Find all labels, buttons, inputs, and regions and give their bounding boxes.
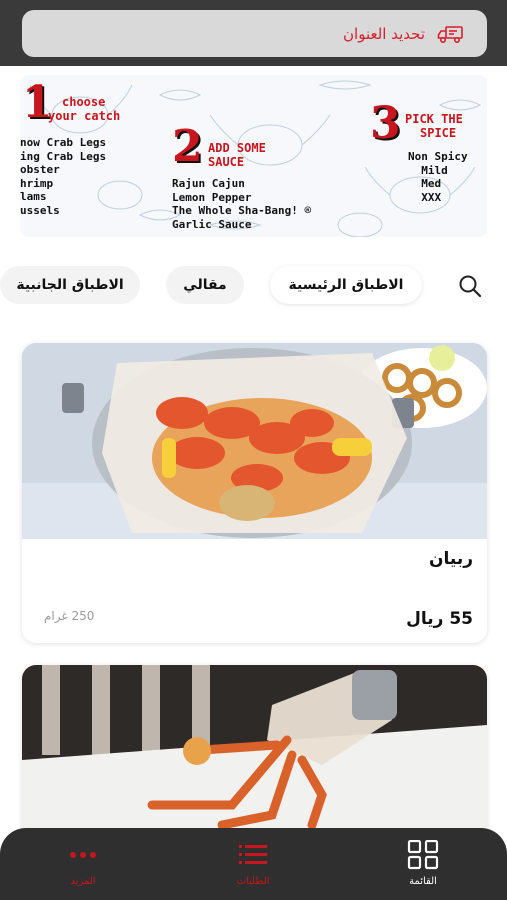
dish-card[interactable]: ربيان 55 ريال 250 غرام: [22, 343, 487, 643]
promo-banner[interactable]: 1 choose your catch now Crab Legs ing Cr…: [20, 75, 487, 237]
nav-orders-label: الطلبات: [236, 876, 270, 887]
step-3-title-line2: SPICE: [420, 126, 457, 140]
more-dots-icon: [70, 852, 96, 858]
bottom-navigation: المزيد الطلبات القائمة: [0, 828, 507, 900]
shrimp-dish-image: [22, 343, 487, 539]
search-icon[interactable]: [456, 272, 484, 300]
step-3-items: Non Spicy Mild Med XXX: [408, 150, 468, 204]
nav-orders[interactable]: الطلبات: [208, 840, 298, 894]
menu-grid-icon: [407, 840, 439, 870]
tab-side-dishes[interactable]: الاطباق الجانبية: [0, 266, 140, 304]
dish-price: 55 ريال: [406, 609, 473, 629]
tab-main-dishes[interactable]: الاطباق الرئيسية: [270, 266, 422, 304]
select-address-button[interactable]: تحديد العنوان: [22, 10, 487, 57]
tab-fried[interactable]: مقالي: [166, 266, 244, 304]
step-2-title-line2: SAUCE: [208, 155, 245, 169]
dish-weight: 250 غرام: [44, 609, 95, 623]
address-label: تحديد العنوان: [343, 24, 425, 43]
nav-more-label: المزيد: [70, 876, 96, 887]
category-tabs: الاطباق الجانبية مقالي الاطباق الرئيسية: [0, 266, 507, 306]
step-1-title-line2: your catch: [48, 109, 121, 123]
nav-menu-label: القائمة: [409, 876, 437, 887]
top-header: تحديد العنوان: [0, 0, 507, 66]
step-3-title-line1: PICK THE: [405, 112, 463, 126]
step-2-title-line1: ADD SOME: [208, 141, 266, 155]
step-3-number: 3: [370, 98, 401, 149]
step-1-title-line1: choose: [62, 95, 106, 109]
step-2-items: Rajun Cajun Lemon Pepper The Whole Sha-B…: [172, 177, 312, 231]
delivery-truck-icon: [437, 25, 463, 43]
nav-more[interactable]: المزيد: [38, 840, 128, 894]
orders-list-icon: [239, 845, 267, 864]
dish-name: ربيان: [428, 549, 473, 569]
step-1-items: now Crab Legs ing Crab Legs obster hrimp…: [20, 136, 107, 217]
nav-menu[interactable]: القائمة: [378, 840, 468, 894]
step-2-number: 2: [172, 121, 203, 172]
